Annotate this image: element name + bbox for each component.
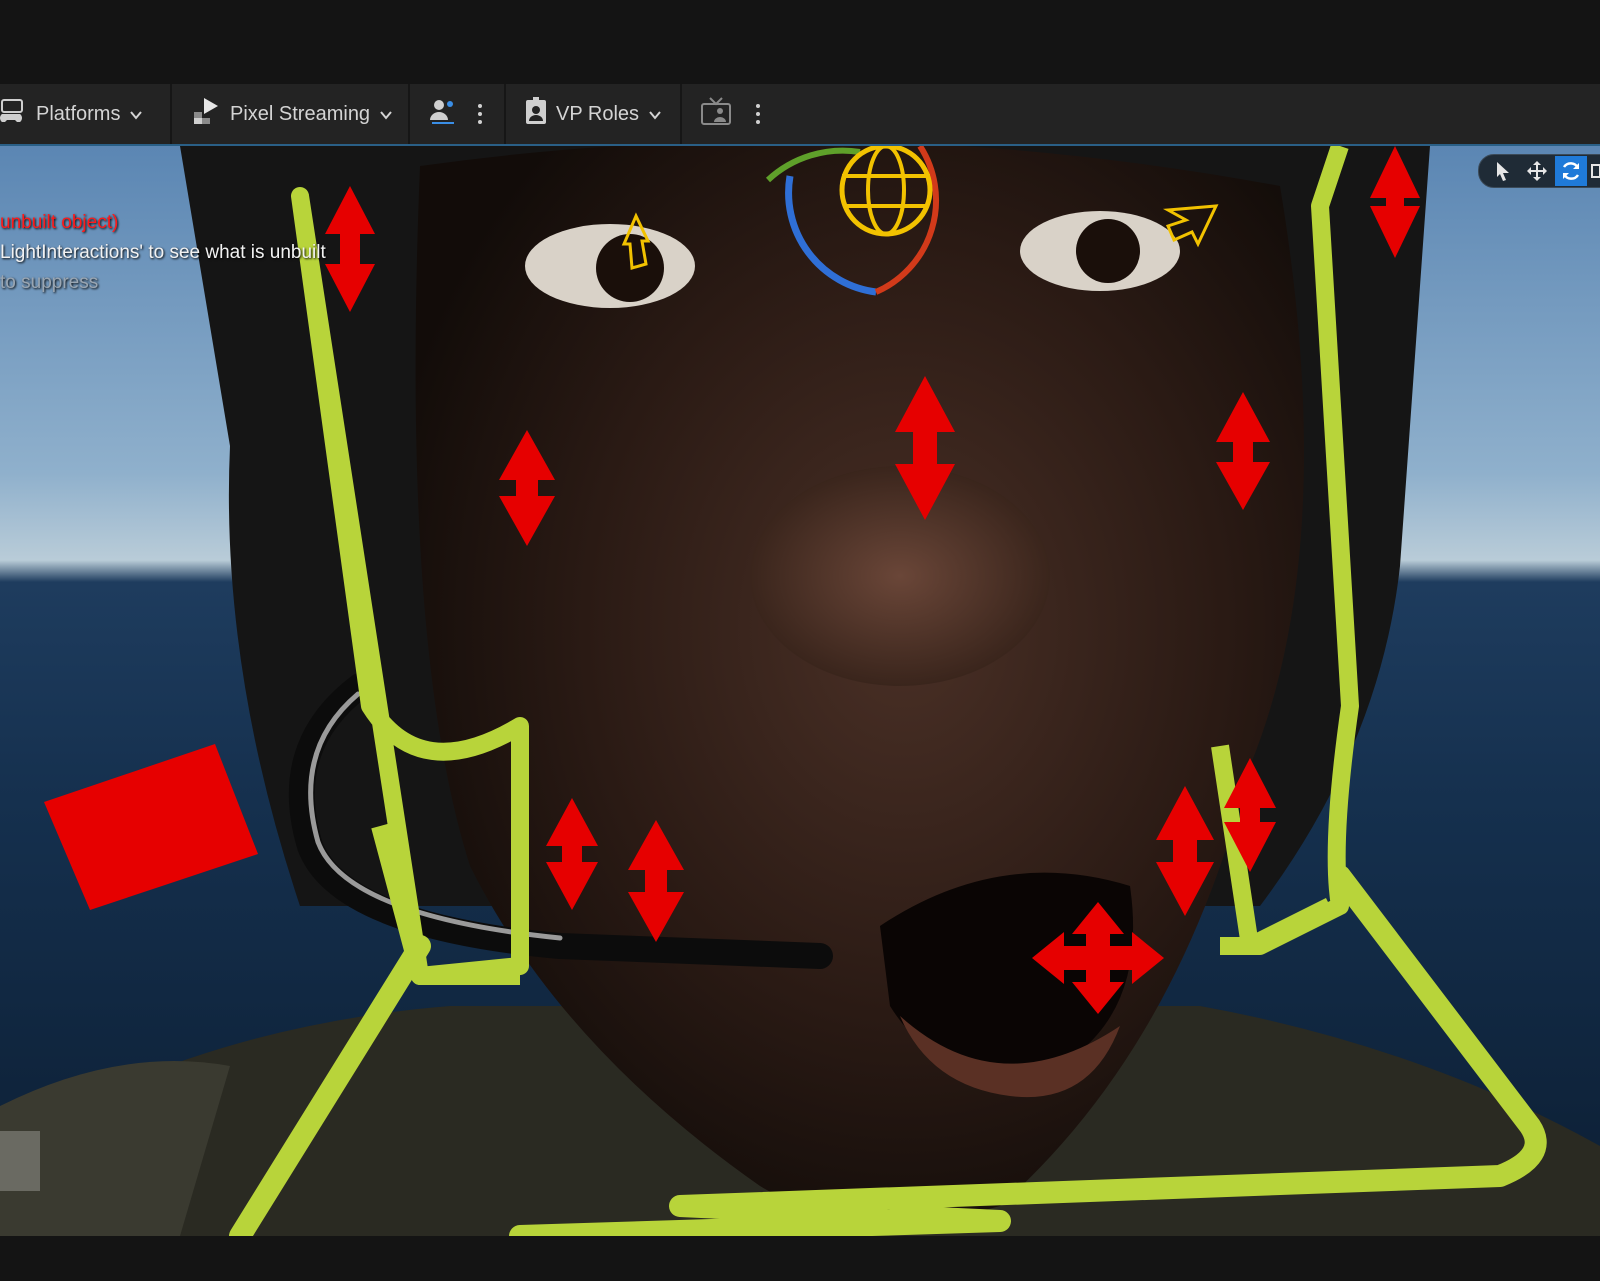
viewport-scene: [0, 146, 1600, 1236]
tv-broadcast-icon[interactable]: [700, 96, 732, 132]
chevron-down-icon: [378, 106, 394, 122]
unbuilt-warning-line: unbuilt object): [0, 212, 119, 233]
toolbar-divider: [408, 84, 410, 144]
rotate-mode-button[interactable]: [1555, 156, 1587, 186]
editor-window: Platforms Pixel Streaming VP Roles unbui…: [0, 0, 1600, 1281]
vp-roles-label: VP Roles: [556, 102, 640, 125]
chevron-down-icon: [128, 106, 144, 122]
viewport-toolbar: Platforms Pixel Streaming VP Roles: [0, 84, 1600, 146]
play-streaming-icon: [192, 96, 222, 132]
transform-mode-toolbar: [1478, 154, 1600, 188]
translate-mode-button[interactable]: [1521, 156, 1553, 186]
vp-roles-menu[interactable]: VP Roles: [524, 84, 663, 144]
unbuilt-hint-line: LightInteractions' to see what is unbuil…: [0, 242, 326, 263]
id-badge-icon: [524, 96, 548, 132]
chevron-down-icon: [647, 106, 663, 122]
pixel-streaming-label: Pixel Streaming: [230, 102, 371, 125]
nose: [750, 466, 1050, 686]
platforms-menu[interactable]: Platforms: [0, 84, 144, 144]
toolbar-divider: [170, 84, 172, 144]
broadcast-group: [700, 84, 766, 144]
multi-user-group: [428, 84, 488, 144]
right-iris: [1076, 219, 1140, 283]
toolbar-divider: [504, 84, 506, 144]
suppress-hint-line: to suppress: [0, 272, 99, 293]
pixel-streaming-menu[interactable]: Pixel Streaming: [192, 84, 394, 144]
face-board-control[interactable]: [44, 744, 258, 910]
select-mode-button[interactable]: [1487, 156, 1519, 186]
level-viewport[interactable]: unbuilt object) LightInteractions' to se…: [0, 146, 1600, 1236]
move-icon: [1527, 161, 1547, 181]
rotate-icon: [1562, 162, 1580, 180]
cursor-icon: [1497, 162, 1509, 181]
bottom-bar: [0, 1236, 1600, 1281]
scale-icon: [1591, 164, 1600, 178]
gamepad-icon: [0, 98, 28, 130]
more-options-icon[interactable]: [750, 104, 766, 124]
scale-mode-button[interactable]: [1589, 156, 1600, 186]
platforms-label: Platforms: [36, 102, 121, 125]
ground-tile: [0, 1131, 40, 1191]
more-options-icon[interactable]: [472, 104, 488, 124]
multi-user-icon[interactable]: [428, 96, 458, 132]
toolbar-divider: [680, 84, 682, 144]
